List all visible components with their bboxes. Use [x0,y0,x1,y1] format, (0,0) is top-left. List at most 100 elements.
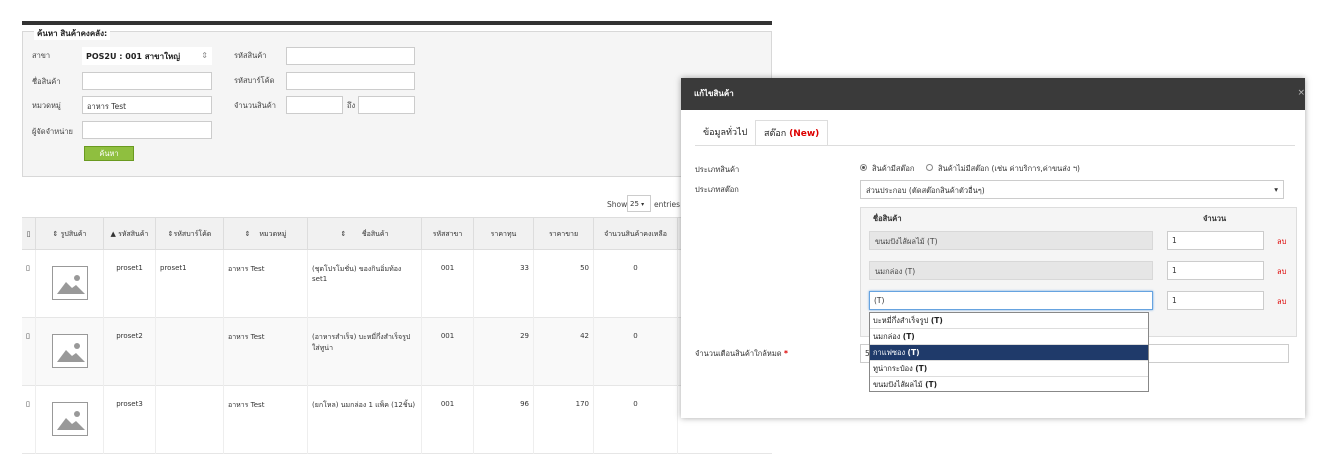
new-badge: (New) [789,129,820,139]
component-qty-field[interactable]: 1 [1167,261,1264,280]
dropdown-option[interactable]: ขนมปังไส้ผลไม้ (T) [870,377,1148,393]
dropdown-option[interactable]: ทูน่ากระป๋อง (T) [870,361,1148,377]
stock-cell: 0 [594,250,678,318]
modal-title: แก้ไขสินค้า [681,78,1305,110]
delete-component-link[interactable]: ลบ [1277,236,1286,248]
entries-label: entries [654,200,680,209]
branch-label: สาขา [32,51,51,60]
page-size-select[interactable]: 25 ▾ [627,195,651,212]
sort-icon: ⇕ [244,230,260,238]
table-row[interactable]: ▯ proset2 อาหาร Test (อาหารสำเร็จ) บะหมี… [22,318,772,386]
name-input[interactable] [82,72,212,90]
image-placeholder-icon [52,266,88,300]
dropdown-option[interactable]: บะหมี่กึ่งสำเร็จรูป (T) [870,313,1148,329]
checkbox-col-header[interactable]: ▯ [22,218,36,251]
category-input[interactable]: อาหาร Test [82,96,212,114]
category-cell: อาหาร Test [224,250,308,318]
component-qty-field[interactable]: 1 [1167,291,1264,310]
col-header-stock[interactable]: จำนวนสินค้าคงเหลือ [594,218,678,251]
table-row[interactable]: ▯ proset3 อาหาร Test (ยกโหล) นมกล่อง 1 แ… [22,386,772,454]
product-type-label: ประเภทสินค้า [695,165,740,174]
col-header-label: รหัสบาร์โค้ด [173,230,212,238]
branch-select[interactable]: POS2U : 001 สาขาใหญ่ ⇕ [82,47,212,65]
delete-component-link[interactable]: ลบ [1277,266,1286,278]
branch-cell: 001 [422,250,474,318]
component-name-autocomplete[interactable]: (T) [869,291,1153,310]
barcode-label: รหัสบาร์โค้ด [234,76,275,85]
code-input[interactable] [286,47,415,65]
stock-cell: 0 [594,318,678,386]
autocomplete-dropdown: บะหมี่กึ่งสำเร็จรูป (T) นมกล่อง (T) กาแฟ… [869,312,1149,392]
required-mark: * [784,349,788,358]
table-row[interactable]: ▯ proset1 proset1 อาหาร Test (ชุดโปรโมชั… [22,250,772,318]
col-header-code[interactable]: ▲ รหัสสินค้า [104,218,156,251]
tab-stock-label: สต๊อก [764,129,787,139]
stock-type-select[interactable]: ส่วนประกอบ (ตัดสต๊อกสินค้าตัวอื่นๆ) ▾ [860,180,1284,199]
price-cell: 170 [534,386,594,454]
code-label: รหัสสินค้า [234,51,267,60]
col-qty-header: จำนวน [1203,214,1227,223]
qty-from-input[interactable] [286,96,343,114]
supplier-input[interactable] [82,121,212,139]
row-checkbox[interactable]: ▯ [22,250,36,318]
option-name: บะหมี่กึ่งสำเร็จรูป [873,316,929,325]
col-header-label: รหัสสาขา [432,230,463,238]
cost-cell: 29 [474,318,534,386]
price-cell: 50 [534,250,594,318]
radio-has-stock[interactable] [860,164,867,171]
cost-cell: 33 [474,250,534,318]
component-name-field[interactable]: ขนมปังไส้ผลไม้ (T) [869,231,1153,250]
col-header-label: รูปสินค้า [60,230,87,238]
search-legend: ค้นหา สินค้าคงคลัง: [34,27,111,40]
col-product-header: ชื่อสินค้า [873,214,902,223]
tab-divider [695,145,1295,146]
component-qty-field[interactable]: 1 [1167,231,1264,250]
barcode-cell [156,318,224,386]
component-name-field[interactable]: นมกล่อง (T) [869,261,1153,280]
option-tag: (T) [930,316,943,325]
top-divider [22,21,772,25]
sort-icon: ⇕ [340,230,362,238]
stock-cell: 0 [594,386,678,454]
table-header: ▯ ⇕ รูปสินค้า ▲ รหัสสินค้า ⇕รหัสบาร์โค้ด… [22,217,772,251]
qty-label: จำนวนสินค้า [234,101,277,110]
to-label: ถึง [347,101,356,110]
col-header-label: จำนวนสินค้าคงเหลือ [604,230,667,238]
col-header-category[interactable]: ⇕ หมวดหมู่ [224,218,308,251]
col-header-name[interactable]: ⇕ ชื่อสินค้า [308,218,422,251]
search-button[interactable]: ค้นหา [84,146,134,161]
row-checkbox[interactable]: ▯ [22,386,36,454]
col-header-price[interactable]: ราคาขาย [534,218,594,251]
tab-stock[interactable]: สต๊อก (New) [755,120,829,146]
dropdown-option[interactable]: นมกล่อง (T) [870,329,1148,345]
barcode-cell [156,386,224,454]
col-header-branch[interactable]: รหัสสาขา [422,218,474,251]
option-tag: (T) [925,380,938,389]
page-size-value: 25 [630,200,639,208]
barcode-cell: proset1 [156,250,224,318]
select-arrow-icon: ⇕ [201,51,208,60]
col-header-label: ราคาทุน [490,230,517,238]
tab-general[interactable]: ข้อมูลทั่วไป [695,120,755,146]
name-cell: (ชุดโปรโมชั่น) ของกินอิ่มท้อง set1 [308,250,422,318]
row-checkbox[interactable]: ▯ [22,318,36,386]
code-cell: proset1 [104,250,156,318]
sort-icon: ⇕ [52,230,61,238]
caret-down-icon: ▾ [641,201,645,208]
option-name: ทูน่ากระป๋อง [873,364,913,373]
qty-to-input[interactable] [358,96,415,114]
branch-cell: 001 [422,386,474,454]
dropdown-option-selected[interactable]: กาแฟซอง (T) [870,345,1148,361]
sort-asc-icon: ▲ [110,230,119,238]
caret-down-icon: ▾ [1274,185,1278,194]
col-header-barcode[interactable]: ⇕รหัสบาร์โค้ด [156,218,224,251]
close-icon[interactable]: × [1297,88,1305,98]
option-name: กาแฟซอง [873,348,906,357]
name-cell: (อาหารสำเร็จ) บะหมี่กึ่งสำเร็จรูปใส่ทูน่… [308,318,422,386]
radio-no-stock[interactable] [926,164,933,171]
barcode-input[interactable] [286,72,415,90]
col-header-image[interactable]: ⇕ รูปสินค้า [36,218,104,251]
col-header-cost[interactable]: ราคาทุน [474,218,534,251]
delete-component-link[interactable]: ลบ [1277,296,1286,308]
option-name: ขนมปังไส้ผลไม้ [873,380,923,389]
